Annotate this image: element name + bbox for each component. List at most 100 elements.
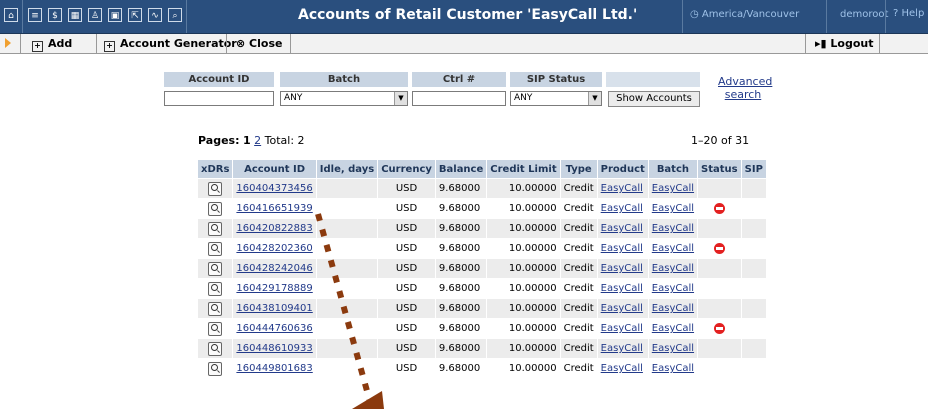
list-icon[interactable]: ≡ [28, 8, 42, 22]
close-button[interactable]: ⊗ Close [236, 34, 282, 53]
xdr-magnifier-icon[interactable] [208, 361, 223, 376]
batch-link[interactable]: EasyCall [652, 303, 694, 314]
chart-icon[interactable]: ∿ [148, 8, 162, 22]
batch-link[interactable]: EasyCall [652, 363, 694, 374]
logout-button[interactable]: ▸▮ Logout [815, 34, 874, 53]
batch-link[interactable]: EasyCall [652, 283, 694, 294]
dollar-icon[interactable]: $ [48, 8, 62, 22]
batch-link[interactable]: EasyCall [652, 223, 694, 234]
batch-select[interactable]: ANY ▼ [280, 91, 408, 106]
account-id-link[interactable]: 160448610933 [236, 343, 312, 354]
status-cell [697, 258, 742, 279]
xdr-magnifier-icon[interactable] [208, 261, 223, 276]
divider [885, 0, 886, 33]
user-icon[interactable]: ♙ [88, 8, 102, 22]
table-cell: USD [377, 278, 436, 299]
column-header[interactable]: Product [596, 159, 649, 179]
batch-link[interactable]: EasyCall [652, 243, 694, 254]
currency-cell: USD [395, 263, 418, 274]
device-icon[interactable]: ▣ [108, 8, 122, 22]
product-link[interactable]: EasyCall [601, 343, 643, 354]
user-name[interactable]: demoroot [840, 9, 888, 20]
grid-icon[interactable]: ▦ [68, 8, 82, 22]
page-2-link[interactable]: 2 [254, 134, 261, 147]
advanced-search-link[interactable]: Advanced search [718, 75, 772, 101]
product-link[interactable]: EasyCall [601, 323, 643, 334]
credit-limit-cell: 10.00000 [508, 323, 557, 334]
table-row: 160420822883 USD 9.68000 10.00000 Credit Easy… [196, 218, 767, 239]
xdr-magnifier-icon[interactable] [208, 281, 223, 296]
table-cell: 160428202360 [232, 238, 317, 259]
column-header[interactable]: Credit Limit [486, 159, 561, 179]
currency-cell: USD [395, 223, 418, 234]
account-id-link[interactable]: 160428202360 [236, 243, 312, 254]
home-icon[interactable]: ⌂ [4, 8, 18, 22]
column-header[interactable]: Balance [434, 159, 488, 179]
table-cell: EasyCall [647, 278, 699, 299]
table-cell: EasyCall [647, 238, 699, 259]
batch-link[interactable]: EasyCall [652, 323, 694, 334]
product-link[interactable]: EasyCall [601, 223, 643, 234]
table-cell: EasyCall [596, 278, 649, 299]
batch-link[interactable]: EasyCall [652, 263, 694, 274]
idle-days-cell [315, 178, 379, 199]
account-id-link[interactable]: 160428242046 [236, 263, 312, 274]
column-header[interactable]: xDRs [196, 159, 234, 179]
xdr-magnifier-icon[interactable] [208, 241, 223, 256]
page-title: Accounts of Retail Customer 'EasyCall Lt… [298, 7, 638, 23]
xdr-magnifier-icon[interactable] [208, 321, 223, 336]
account-id-link[interactable]: 160429178889 [236, 283, 312, 294]
product-link[interactable]: EasyCall [601, 303, 643, 314]
xdr-magnifier-icon[interactable] [208, 341, 223, 356]
product-link[interactable]: EasyCall [601, 203, 643, 214]
ctrl-input[interactable] [412, 91, 506, 106]
account-id-link[interactable]: 160449801683 [236, 363, 312, 374]
table-cell: 9.68000 [434, 238, 488, 259]
account-id-link[interactable]: 160416651939 [236, 203, 312, 214]
batch-link[interactable]: EasyCall [652, 203, 694, 214]
idle-days-cell [315, 198, 379, 219]
product-link[interactable]: EasyCall [601, 263, 643, 274]
column-header[interactable]: Account ID [232, 159, 317, 179]
table-cell: 9.68000 [434, 198, 488, 219]
add-button[interactable]: + Add [32, 34, 72, 53]
table-row: 160444760636 USD 9.68000 10.00000 Credit Easy… [196, 318, 767, 339]
table-cell: USD [377, 238, 436, 259]
account-id-input[interactable] [164, 91, 274, 106]
column-header[interactable]: SIP [740, 159, 767, 179]
credit-limit-cell: 10.00000 [508, 303, 557, 314]
search-icon[interactable]: ⌕ [168, 8, 182, 22]
xdr-magnifier-icon[interactable] [208, 201, 223, 216]
help-link[interactable]: ? Help [893, 8, 924, 19]
credit-limit-cell: 10.00000 [508, 203, 557, 214]
timezone-link[interactable]: ◷ America/Vancouver [690, 9, 799, 20]
xdr-magnifier-icon[interactable] [208, 221, 223, 236]
account-id-link[interactable]: 160438109401 [236, 303, 312, 314]
product-link[interactable]: EasyCall [601, 243, 643, 254]
column-header[interactable]: Idle, days [315, 159, 379, 179]
column-header[interactable]: Batch [647, 159, 699, 179]
account-id-link[interactable]: 160404373456 [236, 183, 312, 194]
idle-days-cell [315, 278, 379, 299]
batch-link[interactable]: EasyCall [652, 343, 694, 354]
table-cell: EasyCall [647, 318, 699, 339]
export-icon[interactable]: ⇱ [128, 8, 142, 22]
product-link[interactable]: EasyCall [601, 363, 643, 374]
credit-limit-cell: 10.00000 [508, 223, 557, 234]
account-id-link[interactable]: 160444760636 [236, 323, 312, 334]
show-accounts-button[interactable]: Show Accounts [608, 91, 700, 107]
table-cell: EasyCall [647, 258, 699, 279]
type-cell: Credit [563, 183, 594, 194]
blocked-status-icon [713, 322, 725, 334]
column-header[interactable]: Type [559, 159, 598, 179]
product-link[interactable]: EasyCall [601, 283, 643, 294]
account-id-link[interactable]: 160420822883 [236, 223, 312, 234]
xdr-magnifier-icon[interactable] [208, 181, 223, 196]
column-header[interactable]: Status [697, 159, 742, 179]
xdr-magnifier-icon[interactable] [208, 301, 223, 316]
batch-link[interactable]: EasyCall [652, 183, 694, 194]
account-generator-button[interactable]: + Account Generator [104, 34, 237, 53]
product-link[interactable]: EasyCall [601, 183, 643, 194]
column-header[interactable]: Currency [377, 159, 436, 179]
sip-status-select[interactable]: ANY ▼ [510, 91, 602, 106]
